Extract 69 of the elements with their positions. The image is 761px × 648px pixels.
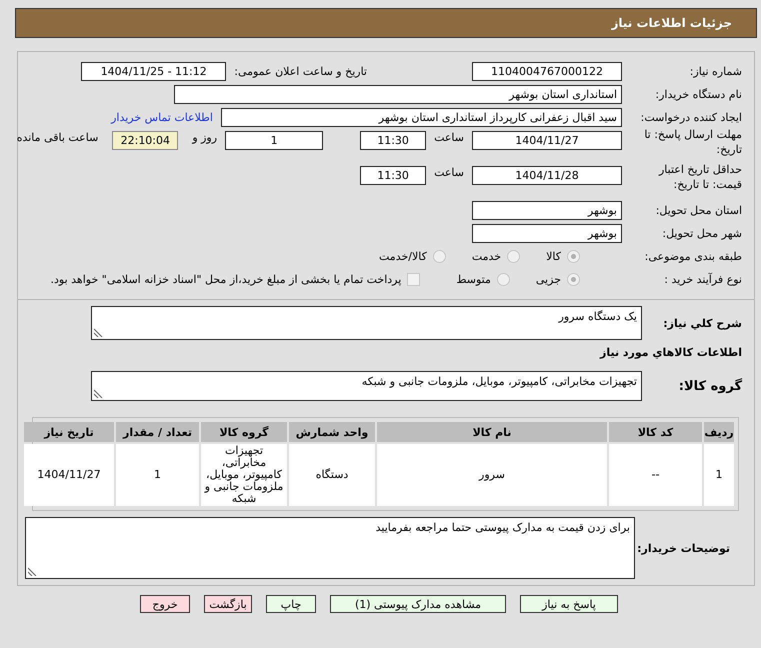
resize-grip-icon[interactable]: [94, 328, 103, 337]
radio-button[interactable]: [507, 250, 520, 263]
column-header: گروه کالا: [201, 422, 287, 442]
field-label: نوع فرآیند خرید :: [663, 273, 743, 286]
action-button[interactable]: مشاهده مدارک پیوستی (1): [330, 595, 506, 613]
checkbox[interactable]: [407, 273, 420, 286]
remaining-label: ساعت باقی مانده: [16, 131, 98, 144]
table-cell: 1: [704, 444, 734, 506]
radio-label: کالا: [546, 250, 561, 263]
column-header: واحد شمارش: [289, 422, 375, 442]
action-button[interactable]: خروج: [140, 595, 190, 613]
action-button[interactable]: پاسخ به نیاز: [520, 595, 618, 613]
radio-button[interactable]: [567, 273, 580, 286]
field-label: استان محل تحویل:: [654, 204, 743, 217]
field-label: طبقه بندی موضوعی:: [644, 250, 743, 263]
days-label: روز و: [192, 131, 218, 144]
time-field[interactable]: 11:30: [360, 131, 426, 150]
table-cell: دستگاه: [289, 444, 375, 506]
field-label: مهلت ارسال پاسخ: تا تاریخ:: [643, 127, 743, 157]
buyer-contact-link[interactable]: اطلاعات تماس خریدار: [111, 111, 213, 124]
radio-button[interactable]: [432, 250, 446, 263]
table-cell: تجهیزات مخابراتی، کامپیوتر، موبایل، ملزومات جانبی و شبکه: [201, 444, 287, 506]
action-button[interactable]: چاپ: [266, 595, 316, 613]
time-label: ساعت: [434, 131, 464, 144]
table-cell: 1: [116, 444, 199, 506]
announce-date-field[interactable]: 1404/11/25 - 11:12: [81, 62, 226, 81]
field-label: تاریخ و ساعت اعلان عمومی:: [234, 65, 367, 78]
column-header: تاریخ نیاز: [24, 422, 114, 442]
radio-label: کالا/خدمت: [379, 250, 427, 263]
time-label: ساعت: [434, 166, 464, 179]
field-label: شرح کلي نیاز:: [662, 316, 743, 330]
city-field[interactable]: بوشهر: [472, 224, 622, 243]
need-number-field[interactable]: 1104004767000122: [472, 62, 622, 81]
field-label: شماره نیاز:: [688, 65, 743, 78]
radio-button[interactable]: [496, 273, 510, 286]
checkbox-label: پرداخت تمام یا بخشی از مبلغ خرید،از محل "اسناد خزانه اسلامی" خواهد بود.: [50, 273, 402, 286]
date-field[interactable]: 1404/11/28: [472, 166, 622, 185]
province-field[interactable]: بوشهر: [472, 201, 622, 220]
column-header: نام کالا: [377, 422, 607, 442]
goods-group-field[interactable]: تجهیزات مخابراتی، کامپیوتر، موبایل، ملزومات جانبی و شبکه: [91, 371, 642, 401]
buyer-org-field[interactable]: استانداری استان بوشهر: [174, 85, 622, 104]
radio-label: خدمت: [472, 250, 502, 263]
field-label: ایجاد کننده درخواست:: [640, 111, 743, 124]
page-title: جزئیات اطلاعات نیاز: [611, 16, 732, 30]
table-cell: سرور: [377, 444, 607, 506]
radio-label: متوسط: [456, 273, 491, 286]
column-header: ردیف: [704, 422, 734, 442]
action-button[interactable]: بازگشت: [204, 595, 252, 613]
date-field[interactable]: 1404/11/27: [472, 131, 622, 150]
time-field[interactable]: 11:30: [360, 166, 426, 185]
field-label: گروه کالا:: [678, 378, 743, 394]
column-header: تعداد / مقدار: [116, 422, 199, 442]
radio-button[interactable]: [567, 250, 580, 263]
buyer-notes-field[interactable]: برای زدن قیمت به مدارک پیوستی حتما مراجعه بفرمایید: [25, 517, 635, 579]
remaining-time-field: 22:10:04: [112, 131, 178, 150]
field-label: شهر محل تحویل:: [661, 227, 743, 240]
field-label: نام دستگاه خریدار:: [654, 88, 743, 101]
requester-field[interactable]: سید اقبال زعفرانی کارپرداز استانداری استان بوشهر: [221, 108, 622, 127]
description-field[interactable]: یک دستگاه سرور: [91, 306, 642, 340]
column-header: کد کالا: [609, 422, 702, 442]
radio-label: جزیی: [536, 273, 561, 286]
table-cell: --: [609, 444, 702, 506]
days-field[interactable]: 1: [225, 131, 324, 150]
resize-grip-icon[interactable]: [28, 567, 37, 576]
resize-grip-icon[interactable]: [94, 389, 103, 398]
table-cell: 1404/11/27: [24, 444, 114, 506]
field-label: حداقل تاریخ اعتبار قیمت: تا تاریخ:: [658, 162, 743, 192]
section-heading: اطلاعات کالاهاي مورد نیاز: [598, 345, 743, 361]
field-label: توضیحات خریدار:: [636, 540, 731, 556]
